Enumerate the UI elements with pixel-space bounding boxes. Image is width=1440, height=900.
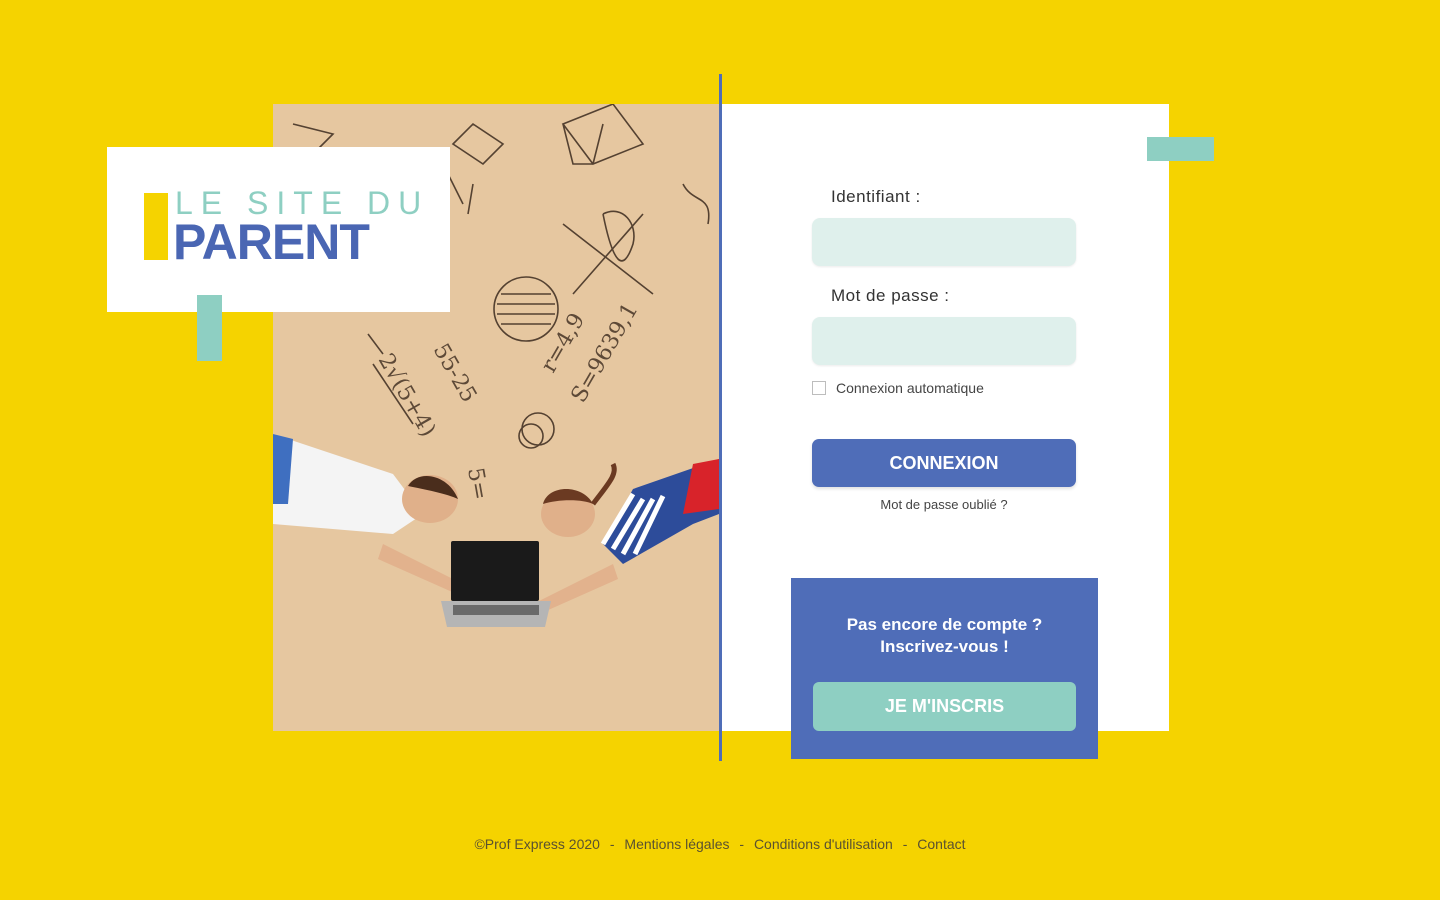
remember-me[interactable]: Connexion automatique [812,380,984,396]
remember-label[interactable]: Connexion automatique [836,380,984,396]
identifiant-input[interactable] [812,218,1076,266]
password-input[interactable] [812,317,1076,365]
footer-copyright: ©Prof Express 2020 [474,836,600,852]
footer-link-mentions[interactable]: Mentions légales [624,836,729,852]
footer: ©Prof Express 2020 - Mentions légales - … [0,836,1440,852]
remember-checkbox[interactable] [812,381,826,395]
login-page: r=4,9 S=9639,1 55-25 2√(5+4) 5= LE SITE … [0,0,1440,900]
footer-separator: - [902,836,908,852]
register-prompt: Pas encore de compte ? Inscrivez-vous ! [791,614,1098,658]
logo-yellow-bar [144,193,168,260]
register-line1: Pas encore de compte ? [846,615,1043,634]
logo-line2: PARENT [173,214,370,270]
forgot-password-link[interactable]: Mot de passe oublié ? [812,497,1076,512]
teal-decoration-left [197,295,222,361]
footer-link-conditions[interactable]: Conditions d'utilisation [754,836,893,852]
identifiant-label: Identifiant : [831,187,921,206]
password-label: Mot de passe : [831,286,950,305]
connexion-button[interactable]: CONNEXION [812,439,1076,487]
logo[interactable]: LE SITE DU PARENT [107,147,450,312]
footer-link-contact[interactable]: Contact [917,836,965,852]
register-box: Pas encore de compte ? Inscrivez-vous ! … [791,578,1098,759]
register-line2: Inscrivez-vous ! [880,637,1009,656]
register-button[interactable]: JE M'INSCRIS [813,682,1076,731]
footer-separator: - [609,836,615,852]
footer-separator: - [739,836,745,852]
teal-decoration-right [1147,137,1214,161]
